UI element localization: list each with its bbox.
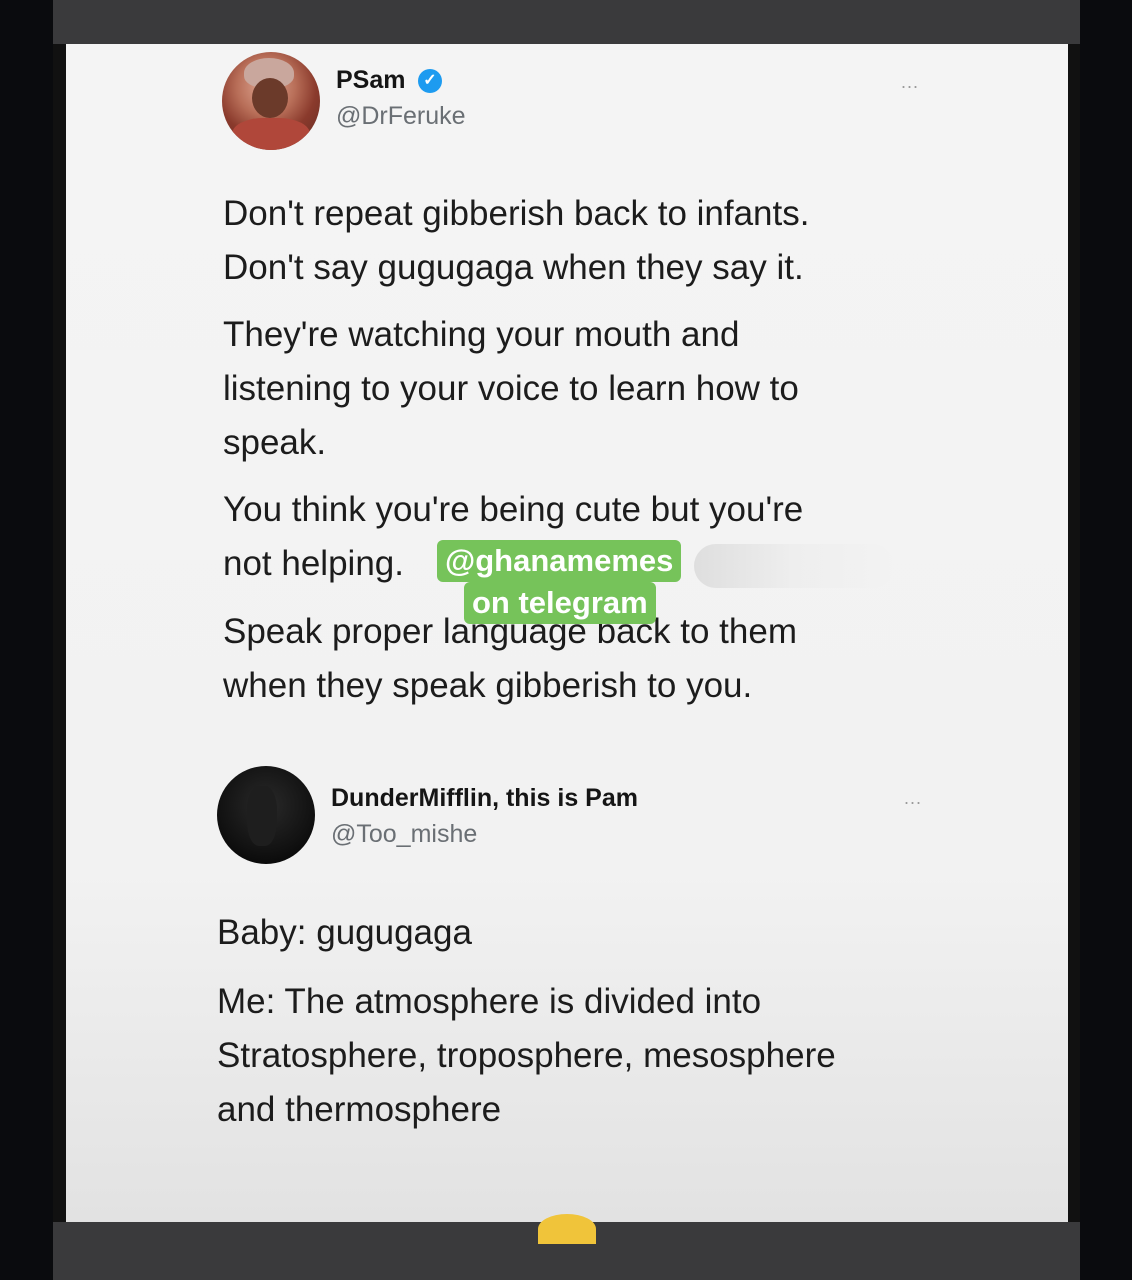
tweet2-author-name[interactable]: DunderMifflin, this is Pam <box>331 784 638 813</box>
tweet2-text-line: and thermosphere <box>217 1090 502 1129</box>
tweet2-text-line: Baby: gugugaga <box>217 913 472 952</box>
tweet1-text-line: You think you're being cute but you're <box>223 490 804 529</box>
avatar[interactable] <box>222 52 320 150</box>
blurred-overlay <box>694 544 894 588</box>
tweet2-author-handle[interactable]: @Too_mishe <box>331 820 477 849</box>
frame-edge-left <box>53 44 66 1222</box>
more-options-icon[interactable]: ... <box>901 72 919 93</box>
tweet2-text-line: Me: The atmosphere is divided into <box>217 982 762 1021</box>
tweet1-text-line: not helping. <box>223 544 404 583</box>
tweet1-author-name[interactable]: PSam <box>336 66 405 95</box>
screenshot-card: PSam ✓ @DrFeruke ... Don't repeat gibber… <box>66 44 1068 1222</box>
tweet1-text-line: listening to your voice to learn how to <box>223 369 799 408</box>
tweet1-text-line: speak. <box>223 423 327 462</box>
tweet1-text-line: when they speak gibberish to you. <box>223 666 753 705</box>
tweet1-text-line: Don't repeat gibberish back to infants. <box>223 194 810 233</box>
verified-badge-icon: ✓ <box>418 69 442 93</box>
avatar[interactable] <box>217 766 315 864</box>
frame-edge-right <box>1068 44 1080 1222</box>
tweet1-text-line: They're watching your mouth and <box>223 315 740 354</box>
right-backdrop <box>1080 0 1132 1280</box>
tweet1-author-handle[interactable]: @DrFeruke <box>336 102 466 131</box>
watermark-badge: @ghanamemes <box>437 540 682 582</box>
top-frame-bar <box>53 0 1080 44</box>
more-options-icon[interactable]: ... <box>904 788 922 809</box>
tweet1-text-line: Don't say gugugaga when they say it. <box>223 248 804 287</box>
watermark-badge: on telegram <box>464 582 656 624</box>
tweet2-text-line: Stratosphere, troposphere, mesosphere <box>217 1036 836 1075</box>
emoji-icon <box>538 1214 596 1244</box>
left-backdrop <box>0 0 53 1280</box>
